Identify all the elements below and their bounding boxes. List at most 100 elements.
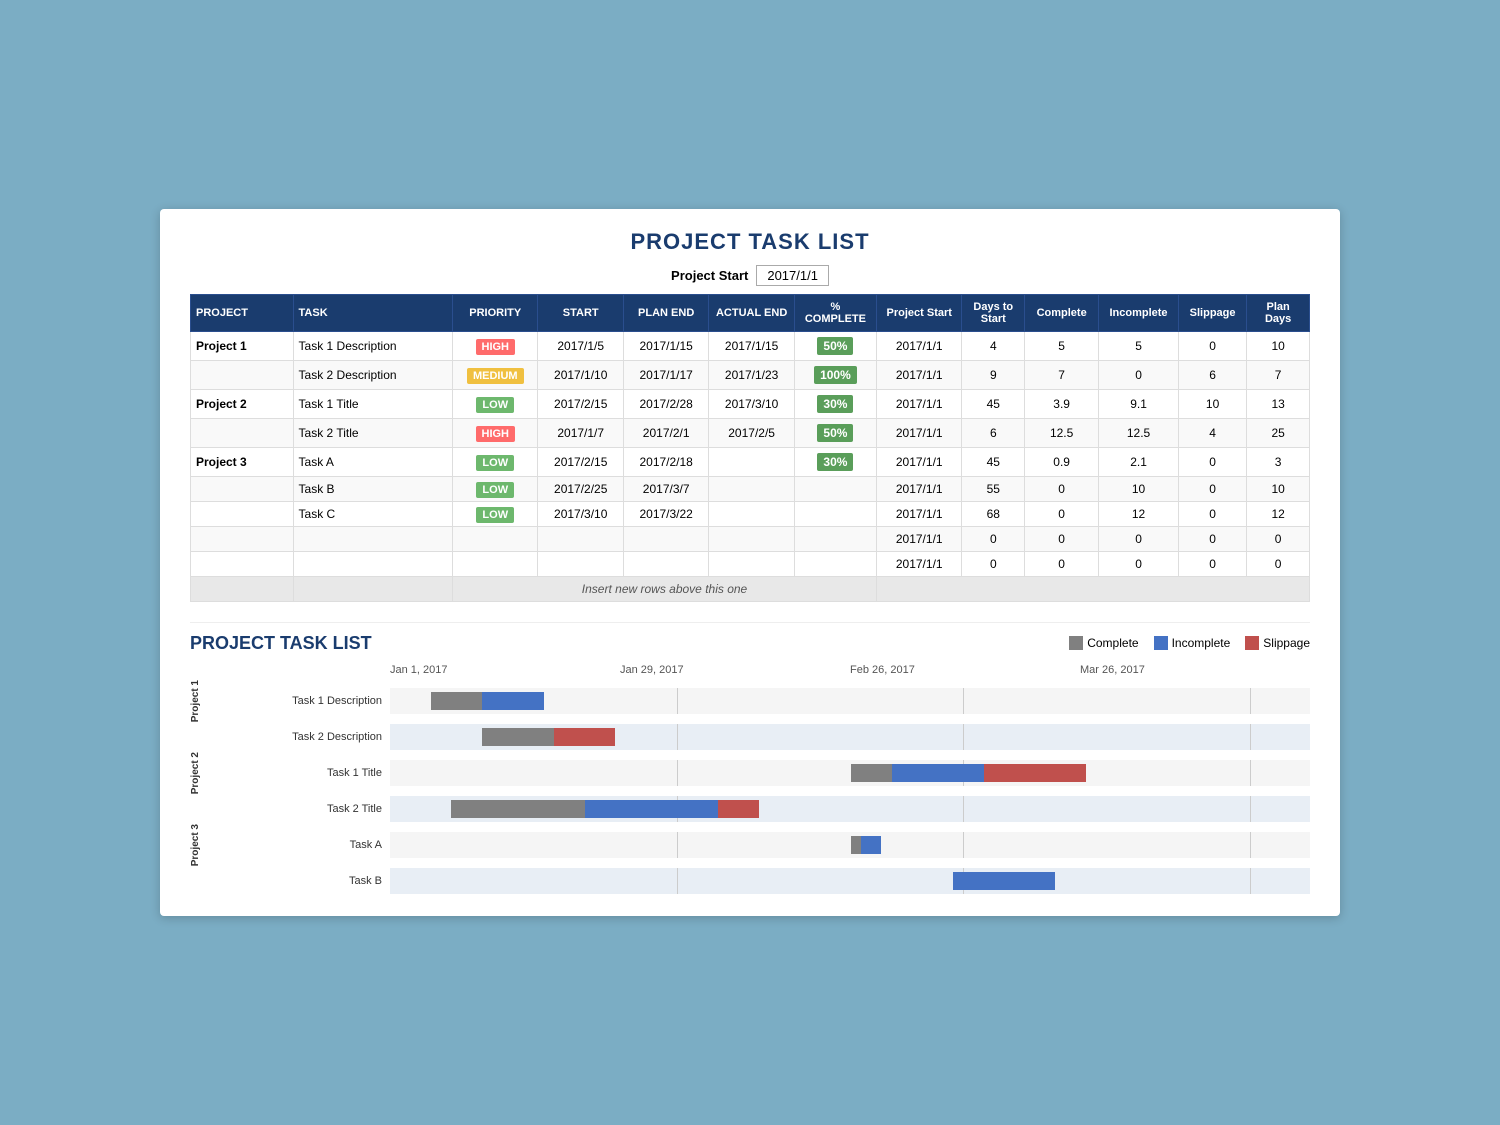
cell-daystostart: 68	[962, 501, 1025, 526]
chart-title: PROJECT TASK LIST	[190, 633, 372, 654]
gantt-project-label: Project 3	[190, 824, 210, 866]
cell-task	[293, 526, 453, 551]
legend-complete-box	[1069, 636, 1083, 650]
cell-planend: 2017/1/15	[623, 331, 708, 360]
cell-start	[538, 551, 623, 576]
cell-incomplete: 0	[1099, 360, 1179, 389]
project-start-row: Project Start 2017/1/1	[190, 265, 1310, 286]
legend-slippage-label: Slippage	[1263, 636, 1310, 650]
cell-incomplete: 10	[1099, 476, 1179, 501]
table-row: Task 2 Title HIGH 2017/1/7 2017/2/1 2017…	[191, 418, 1310, 447]
cell-projstart: 2017/1/1	[877, 501, 962, 526]
gantt-task-label: Task 1 Description	[210, 695, 390, 707]
cell-project	[191, 526, 294, 551]
cell-incomplete: 9.1	[1099, 389, 1179, 418]
gantt-bar-incomplete	[953, 872, 1055, 890]
cell-incomplete: 2.1	[1099, 447, 1179, 476]
priority-badge: LOW	[476, 507, 514, 523]
cell-slippage: 0	[1178, 501, 1246, 526]
gantt-vline	[677, 724, 678, 750]
cell-start: 2017/1/10	[538, 360, 623, 389]
insert-cell	[877, 576, 1310, 601]
gantt-task-label: Task 1 Title	[210, 767, 390, 779]
insert-cell	[191, 576, 294, 601]
cell-project: Project 3	[191, 447, 294, 476]
cell-incomplete: 12.5	[1099, 418, 1179, 447]
gantt-label-group: Project 3Task A	[190, 824, 390, 866]
gantt-project-label: Project 2	[190, 752, 210, 794]
cell-slippage: 0	[1178, 331, 1246, 360]
legend-complete-label: Complete	[1087, 636, 1138, 650]
cell-task: Task A	[293, 447, 453, 476]
gantt-row: Task B	[190, 868, 1310, 894]
cell-daystostart: 0	[962, 551, 1025, 576]
gantt-bar-area	[390, 832, 1310, 858]
gantt-bar-slippage	[984, 764, 1086, 782]
task-table: PROJECT TASK PRIORITY START PLAN END ACT…	[190, 294, 1310, 602]
cell-actualend	[709, 551, 794, 576]
gantt-vline	[677, 688, 678, 714]
gantt-vline	[963, 724, 964, 750]
cell-task: Task 2 Title	[293, 418, 453, 447]
table-row: Project 2 Task 1 Title LOW 2017/2/15 201…	[191, 389, 1310, 418]
cell-incomplete: 0	[1099, 526, 1179, 551]
priority-badge: LOW	[476, 455, 514, 471]
cell-priority: LOW	[453, 389, 538, 418]
cell-complete: 3.9	[1025, 389, 1099, 418]
cell-projstart: 2017/1/1	[877, 551, 962, 576]
cell-pct: 50%	[794, 331, 876, 360]
timeline-label-4: Mar 26, 2017	[1080, 664, 1310, 676]
gantt-bar-slippage	[718, 800, 759, 818]
gantt-label-group: Task B	[190, 875, 390, 887]
table-row: 2017/1/1 0 0 0 0 0	[191, 551, 1310, 576]
gantt-vline	[1250, 688, 1251, 714]
col-task: TASK	[293, 294, 453, 331]
cell-pct	[794, 526, 876, 551]
cell-actualend: 2017/2/5	[709, 418, 794, 447]
cell-priority	[453, 551, 538, 576]
cell-projstart: 2017/1/1	[877, 418, 962, 447]
gantt-bar-complete	[482, 728, 554, 746]
cell-projstart: 2017/1/1	[877, 476, 962, 501]
cell-planend: 2017/3/7	[623, 476, 708, 501]
gantt-vline	[677, 868, 678, 894]
cell-task: Task 1 Description	[293, 331, 453, 360]
cell-complete: 0.9	[1025, 447, 1099, 476]
cell-projstart: 2017/1/1	[877, 447, 962, 476]
gantt-row: Task 2 Title	[190, 796, 1310, 822]
insert-cell	[293, 576, 453, 601]
cell-daystostart: 45	[962, 389, 1025, 418]
table-row: Task C LOW 2017/3/10 2017/3/22 2017/1/1 …	[191, 501, 1310, 526]
col-complete: Complete	[1025, 294, 1099, 331]
cell-project	[191, 501, 294, 526]
gantt-bar-complete	[451, 800, 584, 818]
cell-actualend	[709, 476, 794, 501]
gantt-label-group: Task 2 Title	[190, 803, 390, 815]
cell-start	[538, 526, 623, 551]
gantt-label-group: Task 2 Description	[190, 731, 390, 743]
gantt-vline	[963, 832, 964, 858]
gantt-row: Project 3Task A	[190, 824, 1310, 866]
cell-complete: 7	[1025, 360, 1099, 389]
col-start: START	[538, 294, 623, 331]
cell-incomplete: 0	[1099, 551, 1179, 576]
cell-priority: LOW	[453, 447, 538, 476]
project-start-value: 2017/1/1	[756, 265, 829, 286]
cell-task: Task B	[293, 476, 453, 501]
cell-plandays: 0	[1247, 551, 1310, 576]
legend-slippage-box	[1245, 636, 1259, 650]
gantt-bar-incomplete	[861, 836, 881, 854]
legend-complete: Complete	[1069, 636, 1138, 650]
cell-slippage: 0	[1178, 551, 1246, 576]
gantt-task-label: Task 2 Description	[210, 731, 390, 743]
cell-actualend: 2017/1/15	[709, 331, 794, 360]
timeline-label-1: Jan 1, 2017	[390, 664, 620, 676]
col-daystostart: Days to Start	[962, 294, 1025, 331]
gantt-task-label: Task B	[210, 875, 390, 887]
chart-section: PROJECT TASK LIST Complete Incomplete Sl…	[190, 622, 1310, 895]
cell-projstart: 2017/1/1	[877, 360, 962, 389]
gantt-vline	[963, 688, 964, 714]
cell-project	[191, 360, 294, 389]
cell-complete: 0	[1025, 526, 1099, 551]
col-slippage: Slippage	[1178, 294, 1246, 331]
